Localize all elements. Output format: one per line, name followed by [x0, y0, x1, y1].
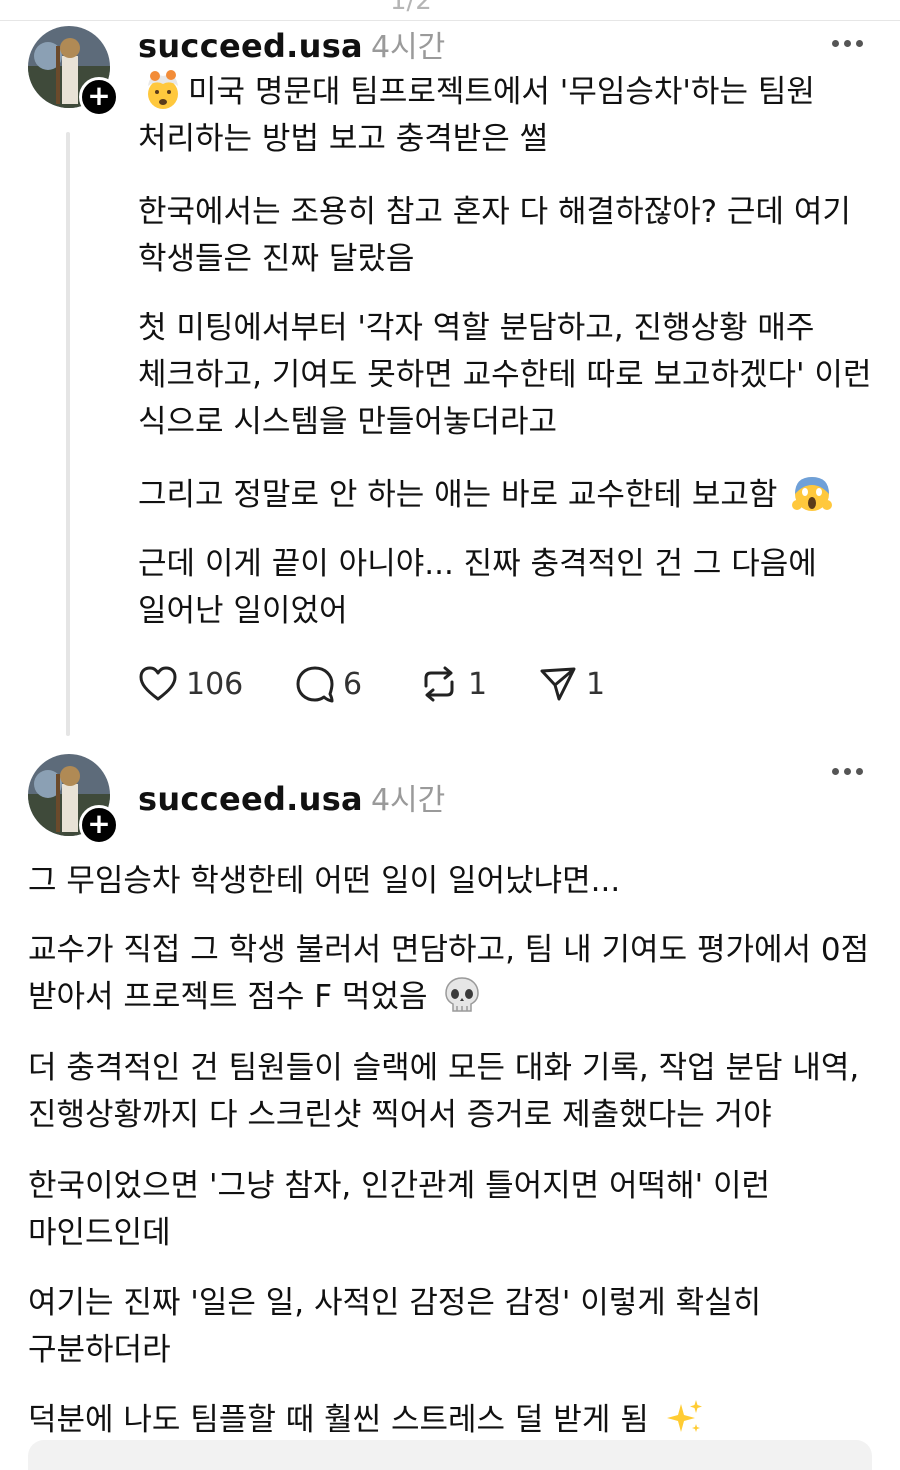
- exploding-head-emoji: [148, 70, 178, 109]
- post-paragraph: 근데 이게 끝이 아니야... 진짜 충격적인 건 그 다음에 일어난 일이었어: [138, 546, 817, 629]
- post-paragraph-text: 그리고 정말로 안 하는 애는 바로 교수한테 보고함: [138, 477, 778, 513]
- share-button[interactable]: 1: [538, 662, 605, 706]
- post-time: 4시간: [370, 30, 446, 65]
- skull-emoji: [445, 977, 480, 1012]
- more-options-icon[interactable]: [830, 34, 866, 54]
- post-paragraph: 한국에서는 조용히 참고 혼자 다 해결하잖아? 근데 여기 학생들은 진짜 달…: [138, 194, 851, 277]
- send-icon: [540, 667, 576, 701]
- heart-icon: [139, 666, 177, 701]
- repost-count: 1: [468, 666, 488, 702]
- post-paragraph: 더 충격적인 건 팀원들이 슬랙에 모든 대화 기록, 작업 분담 내역, 진행…: [28, 1050, 860, 1133]
- repost-icon: [424, 666, 454, 702]
- like-button[interactable]: 106: [138, 662, 243, 706]
- comment-button[interactable]: 6: [295, 662, 362, 706]
- post-time: 4시간: [370, 783, 446, 818]
- like-count: 106: [186, 666, 244, 702]
- thread-line: [66, 132, 70, 736]
- more-options-icon[interactable]: [830, 762, 866, 782]
- post-header: succeed.usa 4시간: [138, 775, 445, 819]
- reply-bar[interactable]: [28, 1440, 872, 1470]
- username[interactable]: succeed.usa: [138, 780, 363, 818]
- post-header: succeed.usa 4시간: [138, 22, 445, 66]
- comment-icon: [296, 666, 334, 703]
- post-title-line1: 미국 명문대 팀프로젝트에서 '무임승차'하는 팀원: [188, 74, 815, 110]
- post-paragraph: 첫 미팅에서부터 '각자 역할 분담하고, 진행상황 매주 체크하고, 기여도 …: [138, 310, 872, 440]
- post-paragraph-text: 덕분에 나도 팀플할 때 훨씬 스트레스 덜 받게 됨: [28, 1402, 649, 1438]
- post-paragraph: 그리고 정말로 안 하는 애는 바로 교수한테 보고함: [138, 472, 878, 519]
- comment-count: 6: [343, 666, 363, 702]
- sparkles-emoji: [666, 1400, 702, 1432]
- post-paragraph: 덕분에 나도 팀플할 때 훨씬 스트레스 덜 받게 됨: [28, 1397, 878, 1444]
- top-cutoff-strip: 1/2: [0, 0, 900, 21]
- post-paragraph: 그 무임승차 학생한테 어떤 일이 일어났냐면...: [28, 863, 621, 899]
- repost-button[interactable]: 1: [418, 662, 487, 706]
- top-cutoff-text: 1/2: [390, 0, 432, 16]
- post-title-line2: 처리하는 방법 보고 충격받은 썰: [138, 121, 549, 157]
- post-paragraph: 여기는 진짜 '일은 일, 사적인 감정은 감정' 이렇게 확실히 구분하더라: [28, 1285, 762, 1368]
- follow-plus-button[interactable]: +: [79, 805, 119, 845]
- share-count: 1: [586, 666, 606, 702]
- post-title: 미국 명문대 팀프로젝트에서 '무임승차'하는 팀원 처리하는 방법 보고 충격…: [138, 69, 878, 163]
- post-paragraph: 한국이었으면 '그냥 참자, 인간관계 틀어지면 어떡해' 이런 마인드인데: [28, 1168, 770, 1251]
- username[interactable]: succeed.usa: [138, 27, 363, 65]
- follow-plus-button[interactable]: +: [79, 77, 119, 117]
- screaming-face-emoji: [792, 477, 833, 511]
- post-paragraph: 교수가 직접 그 학생 불러서 면담하고, 팀 내 기여도 평가에서 0점 받아…: [28, 927, 878, 1021]
